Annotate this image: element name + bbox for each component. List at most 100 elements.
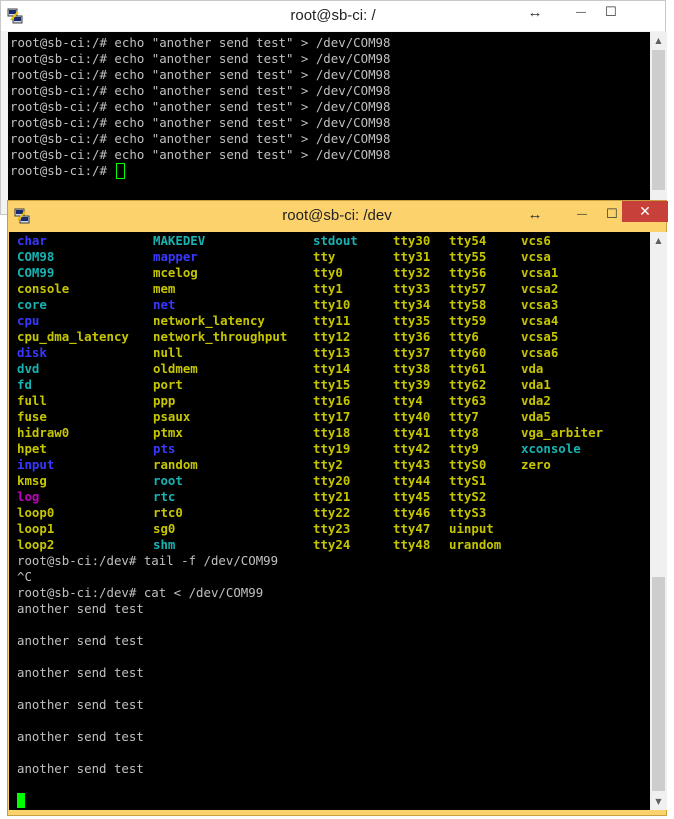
dev-entry: tty54 [449, 233, 487, 248]
scroll-up-icon[interactable]: ▲ [650, 232, 667, 249]
dev-entry: log [17, 489, 40, 504]
terminal-line: root@sb-ci:/# echo "another send test" >… [10, 67, 391, 82]
dev-entry: network_throughput [153, 329, 288, 344]
text-cursor [116, 163, 126, 179]
dev-entry: tty32 [393, 265, 431, 280]
scroll-up-icon[interactable]: ▲ [650, 32, 667, 49]
dev-entry: dvd [17, 361, 40, 376]
dev-entry: vda [521, 361, 544, 376]
dev-entry: oldmem [153, 361, 198, 376]
terminal-line: root@sb-ci:/# echo "another send test" >… [10, 83, 391, 98]
dev-entry: hpet [17, 441, 47, 456]
titlebar[interactable]: root@sb-ci: /dev ↔ — ☐ ✕ [8, 201, 668, 231]
terminal-line: another send test [17, 633, 144, 648]
dev-entry: null [153, 345, 183, 360]
dev-entry: ptmx [153, 425, 183, 440]
dev-entry: tty41 [393, 425, 431, 440]
dev-entry: tty2 [313, 457, 343, 472]
dev-entry: tty45 [393, 489, 431, 504]
dev-entry: stdout [313, 233, 358, 248]
dev-entry: tty13 [313, 345, 351, 360]
dev-entry: tty4 [393, 393, 423, 408]
titlebar[interactable]: root@sb-ci: / ↔ — ☐ [1, 1, 665, 31]
scrollbar[interactable]: ▲ ▼ [650, 232, 667, 810]
dev-entry: vcsa1 [521, 265, 559, 280]
dev-entry: xconsole [521, 441, 581, 456]
dev-entry: vcs6 [521, 233, 551, 248]
terminal-line: root@sb-ci:/# echo "another send test" >… [10, 115, 391, 130]
dev-entry: tty63 [449, 393, 487, 408]
dev-entry: tty55 [449, 249, 487, 264]
terminal-line: root@sb-ci:/# echo "another send test" >… [10, 51, 391, 66]
dev-entry: ttyS1 [449, 473, 487, 488]
dev-entry: tty57 [449, 281, 487, 296]
dev-entry: tty19 [313, 441, 351, 456]
close-button[interactable]: ✕ [622, 201, 668, 222]
dev-entry: tty48 [393, 537, 431, 552]
terminal-line: another send test [17, 697, 144, 712]
window-title: root@sb-ci: / [290, 7, 376, 24]
resize-icon[interactable]: ↔ [521, 1, 549, 23]
dev-entry: vcsa5 [521, 329, 559, 344]
dev-entry: COM98 [17, 249, 55, 264]
dev-entry: kmsg [17, 473, 47, 488]
scrollbar-thumb[interactable] [652, 50, 665, 190]
minimize-button[interactable]: — [568, 203, 596, 225]
terminal-line: root@sb-ci:/# echo "another send test" >… [10, 99, 391, 114]
dev-entry: mcelog [153, 265, 198, 280]
dev-entry: tty16 [313, 393, 351, 408]
dev-entry: tty22 [313, 505, 351, 520]
dev-entry: pts [153, 441, 176, 456]
dev-entry: tty59 [449, 313, 487, 328]
dev-entry: ttyS3 [449, 505, 487, 520]
dev-entry: tty62 [449, 377, 487, 392]
text-cursor [17, 793, 25, 808]
dev-entry: tty31 [393, 249, 431, 264]
terminal-line: root@sb-ci:/dev# tail -f /dev/COM99 [17, 553, 279, 568]
dev-entry: tty12 [313, 329, 351, 344]
terminal-window-root[interactable]: root@sb-ci: / ↔ — ☐ root@sb-ci:/# echo "… [0, 0, 667, 215]
terminal-line: another send test [17, 729, 144, 744]
dev-entry: shm [153, 537, 176, 552]
terminal-line: root@sb-ci:/# echo "another send test" >… [10, 131, 391, 146]
terminal-window-dev[interactable]: root@sb-ci: /dev ↔ — ☐ ✕ char COM98 COM99 c… [7, 200, 668, 816]
terminal-output[interactable]: root@sb-ci:/# echo "another send test" >… [8, 32, 650, 209]
dev-entry: input [17, 457, 55, 472]
dev-entry: tty17 [313, 409, 351, 424]
dev-entry: tty9 [449, 441, 479, 456]
scrollbar[interactable]: ▲ [650, 32, 667, 209]
terminal-line: root@sb-ci:/# [10, 163, 115, 178]
dev-entry: vcsa2 [521, 281, 559, 296]
dev-entry: COM99 [17, 265, 55, 280]
dev-entry: tty21 [313, 489, 351, 504]
resize-icon[interactable]: ↔ [521, 203, 549, 225]
dev-entry: tty43 [393, 457, 431, 472]
dev-entry: MAKEDEV [153, 233, 206, 248]
minimize-button[interactable]: — [567, 1, 595, 23]
dev-entry: tty35 [393, 313, 431, 328]
dev-entry: tty24 [313, 537, 351, 552]
scroll-down-icon[interactable]: ▼ [650, 793, 667, 810]
dev-entry: tty47 [393, 521, 431, 536]
dev-entry: tty20 [313, 473, 351, 488]
terminal-line: root@sb-ci:/# echo "another send test" >… [10, 147, 391, 162]
dev-entry: tty6 [449, 329, 479, 344]
dev-entry: vda2 [521, 393, 551, 408]
terminal-output[interactable]: char COM98 COM99 console core cpu cpu_dma_late… [9, 232, 650, 810]
dev-entry: tty1 [313, 281, 343, 296]
dev-entry: fd [17, 377, 32, 392]
dev-entry: network_latency [153, 313, 265, 328]
maximize-button[interactable]: ☐ [597, 1, 625, 23]
dev-entry: ppp [153, 393, 176, 408]
dev-entry: tty7 [449, 409, 479, 424]
dev-entry: disk [17, 345, 47, 360]
dev-entry: vda1 [521, 377, 551, 392]
dev-entry: mem [153, 281, 176, 296]
dev-entry: rtc [153, 489, 176, 504]
dev-entry: tty38 [393, 361, 431, 376]
dev-entry: tty39 [393, 377, 431, 392]
dev-entry: tty34 [393, 297, 431, 312]
scrollbar-thumb[interactable] [652, 577, 665, 791]
dev-entry: tty15 [313, 377, 351, 392]
dev-entry: tty18 [313, 425, 351, 440]
